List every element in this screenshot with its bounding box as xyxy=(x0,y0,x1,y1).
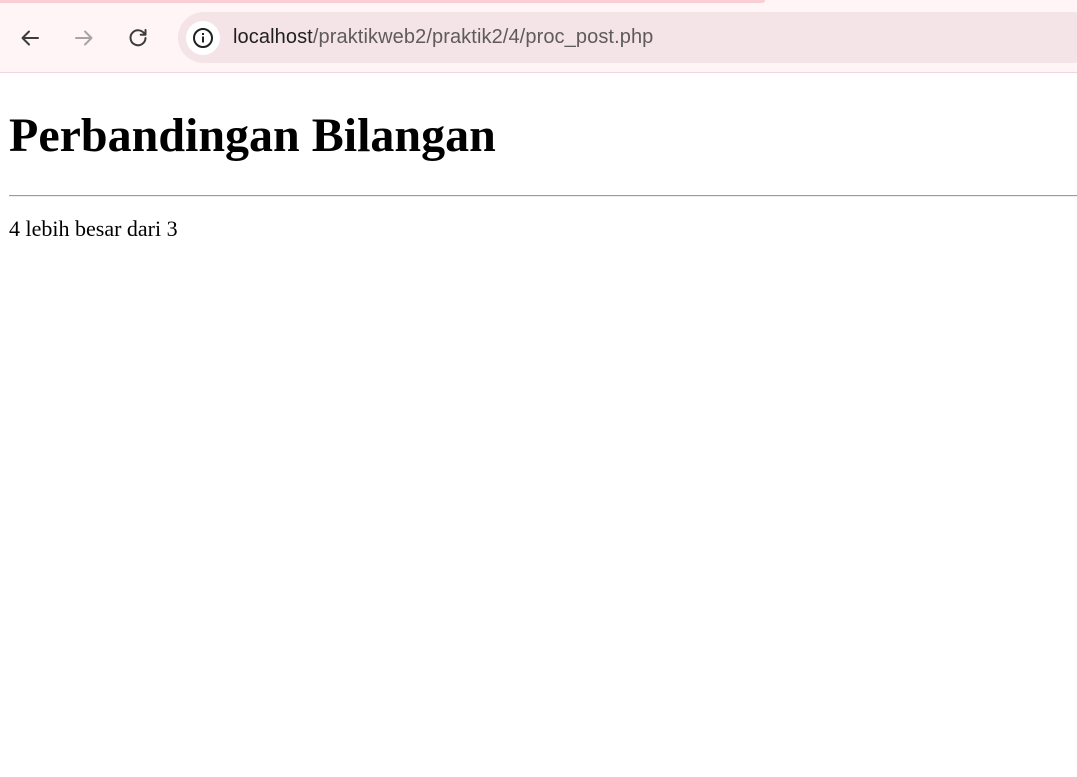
browser-toolbar: localhost/praktikweb2/praktik2/4/proc_po… xyxy=(0,0,1077,73)
forward-button[interactable] xyxy=(66,20,102,56)
site-info-icon xyxy=(193,27,213,48)
page-title: Perbandingan Bilangan xyxy=(9,109,496,162)
url-text[interactable]: localhost/praktikweb2/praktik2/4/proc_po… xyxy=(233,26,653,49)
back-arrow-icon xyxy=(21,30,39,46)
horizontal-divider xyxy=(9,195,1077,197)
reload-icon xyxy=(129,29,147,47)
forward-arrow-icon xyxy=(75,30,93,46)
comparison-result: 4 lebih besar dari 3 xyxy=(9,216,178,241)
url-host: localhost xyxy=(233,26,313,48)
back-button[interactable] xyxy=(12,20,48,56)
site-info-button[interactable] xyxy=(186,20,220,55)
active-tab-edge[interactable] xyxy=(0,0,765,3)
reload-button[interactable] xyxy=(120,20,156,56)
address-bar[interactable]: localhost/praktikweb2/praktik2/4/proc_po… xyxy=(178,12,1077,63)
url-path: /praktikweb2/praktik2/4/proc_post.php xyxy=(312,26,654,48)
page-content: Perbandingan Bilangan 4 lebih besar dari… xyxy=(0,109,1077,242)
